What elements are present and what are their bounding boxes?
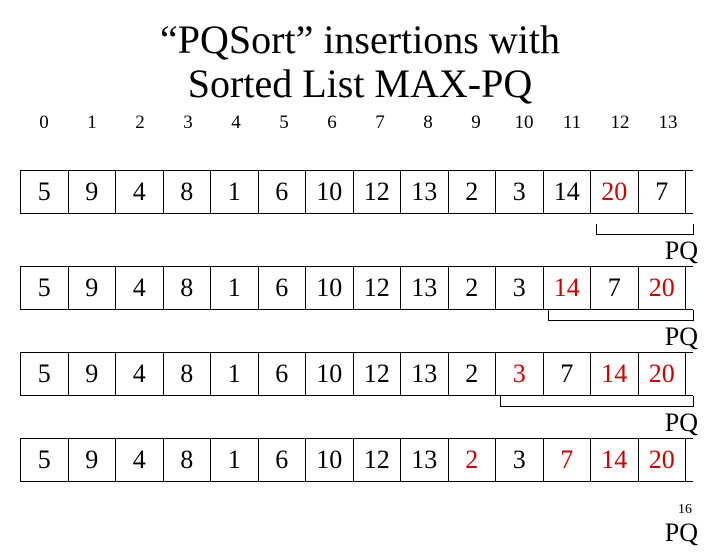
index-8: 8	[404, 112, 452, 134]
cell-2-12: 14	[591, 353, 639, 395]
cell-2-7: 12	[354, 353, 402, 395]
index-2: 2	[116, 112, 164, 134]
cell-2-0: 5	[21, 353, 69, 395]
pq-label-1: PQ	[665, 236, 698, 266]
cell-3-0: 5	[21, 439, 69, 481]
cell-1-12: 7	[591, 267, 639, 309]
cell-2-6: 10	[306, 353, 354, 395]
cell-0-7: 12	[354, 171, 402, 213]
cell-1-2: 4	[116, 267, 164, 309]
cell-1-5: 6	[259, 267, 307, 309]
cell-0-11: 14	[544, 171, 592, 213]
index-4: 4	[212, 112, 260, 134]
array-row-3: 5948161012132371420	[20, 438, 693, 482]
cell-2-11: 7	[544, 353, 592, 395]
cell-2-9: 2	[449, 353, 497, 395]
bracket-2	[548, 310, 694, 321]
index-5: 5	[260, 112, 308, 134]
index-9: 9	[452, 112, 500, 134]
cell-3-8: 13	[401, 439, 449, 481]
pq-label-2: PQ	[665, 322, 698, 352]
cell-0-1: 9	[69, 171, 117, 213]
index-7: 7	[356, 112, 404, 134]
cell-3-12: 14	[591, 439, 639, 481]
title-line-1: “PQSort” insertions with	[160, 17, 560, 62]
cell-0-13: 7	[639, 171, 687, 213]
cell-0-3: 8	[164, 171, 212, 213]
cell-2-4: 1	[211, 353, 259, 395]
cell-3-3: 8	[164, 439, 212, 481]
cell-2-13: 20	[639, 353, 687, 395]
cell-1-3: 8	[164, 267, 212, 309]
cell-1-11: 14	[544, 267, 592, 309]
cell-3-5: 6	[259, 439, 307, 481]
array-row-0: 5948161012132314207	[20, 170, 693, 214]
index-12: 12	[596, 112, 644, 134]
slide-title: “PQSort” insertions with Sorted List MAX…	[0, 18, 720, 106]
cell-3-1: 9	[69, 439, 117, 481]
cell-3-13: 20	[639, 439, 687, 481]
bracket-1	[596, 224, 694, 235]
index-6: 6	[308, 112, 356, 134]
bracket-3	[500, 396, 694, 407]
cell-1-4: 1	[211, 267, 259, 309]
cell-0-0: 5	[21, 171, 69, 213]
cell-3-7: 12	[354, 439, 402, 481]
title-line-2: Sorted List MAX-PQ	[188, 61, 532, 106]
page-number: 16	[678, 502, 692, 518]
cell-3-6: 10	[306, 439, 354, 481]
cell-2-8: 13	[401, 353, 449, 395]
index-row: 012345678910111213	[20, 112, 692, 134]
index-0: 0	[20, 112, 68, 134]
cell-2-5: 6	[259, 353, 307, 395]
cell-0-10: 3	[496, 171, 544, 213]
cell-0-9: 2	[449, 171, 497, 213]
cell-3-9: 2	[449, 439, 497, 481]
cell-1-0: 5	[21, 267, 69, 309]
index-11: 11	[548, 112, 596, 134]
cell-1-6: 10	[306, 267, 354, 309]
cell-0-12: 20	[591, 171, 639, 213]
cell-1-13: 20	[639, 267, 687, 309]
cell-1-7: 12	[354, 267, 402, 309]
pq-label-3: PQ	[665, 408, 698, 438]
cell-2-1: 9	[69, 353, 117, 395]
cell-3-4: 1	[211, 439, 259, 481]
cell-2-2: 4	[116, 353, 164, 395]
cell-1-1: 9	[69, 267, 117, 309]
index-1: 1	[68, 112, 116, 134]
cell-3-2: 4	[116, 439, 164, 481]
cell-2-10: 3	[496, 353, 544, 395]
cell-1-9: 2	[449, 267, 497, 309]
array-row-2: 5948161012132371420	[20, 352, 693, 396]
index-13: 13	[644, 112, 692, 134]
index-3: 3	[164, 112, 212, 134]
cell-1-8: 13	[401, 267, 449, 309]
cell-0-5: 6	[259, 171, 307, 213]
cell-1-10: 3	[496, 267, 544, 309]
cell-2-3: 8	[164, 353, 212, 395]
cell-0-8: 13	[401, 171, 449, 213]
cell-0-4: 1	[211, 171, 259, 213]
pq-label-4: PQ	[665, 518, 698, 548]
index-10: 10	[500, 112, 548, 134]
cell-0-6: 10	[306, 171, 354, 213]
cell-3-10: 3	[496, 439, 544, 481]
cell-3-11: 7	[544, 439, 592, 481]
array-row-1: 5948161012132314720	[20, 266, 693, 310]
cell-0-2: 4	[116, 171, 164, 213]
